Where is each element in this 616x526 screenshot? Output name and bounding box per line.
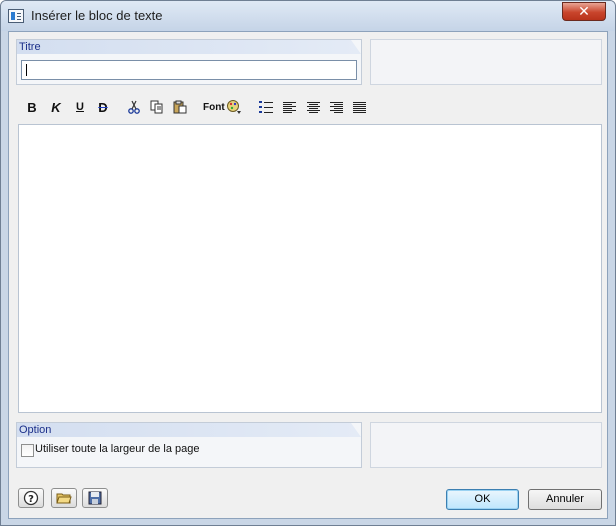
paste-button[interactable] bbox=[172, 97, 188, 117]
title-bar[interactable]: Insérer le bloc de texte ✕ bbox=[1, 1, 615, 31]
option-side-panel bbox=[370, 422, 602, 468]
cut-button[interactable] bbox=[126, 97, 142, 117]
align-right-icon bbox=[329, 101, 343, 113]
option-group-label: Option bbox=[17, 423, 361, 437]
cancel-button[interactable]: Annuler bbox=[528, 489, 602, 510]
align-left-button[interactable] bbox=[281, 97, 297, 117]
full-width-label[interactable]: Utiliser toute la largeur de la page bbox=[35, 443, 199, 455]
app-icon bbox=[8, 9, 24, 23]
text-caret bbox=[26, 64, 27, 76]
format-toolbar: B K U D Font bbox=[18, 97, 368, 117]
justify-button[interactable] bbox=[351, 97, 367, 117]
title-side-panel bbox=[370, 39, 602, 85]
align-center-button[interactable] bbox=[305, 97, 321, 117]
bold-button[interactable]: B bbox=[24, 97, 40, 117]
ok-button[interactable]: OK bbox=[446, 489, 519, 510]
title-input[interactable] bbox=[21, 60, 357, 80]
folder-open-icon bbox=[56, 493, 72, 504]
title-group: Titre bbox=[16, 39, 362, 85]
text-editor[interactable] bbox=[18, 124, 602, 413]
italic-button[interactable]: K bbox=[48, 97, 64, 117]
full-width-checkbox[interactable] bbox=[21, 444, 34, 457]
underline-button[interactable]: U bbox=[72, 97, 88, 117]
align-center-icon bbox=[306, 101, 320, 113]
copy-icon bbox=[150, 100, 163, 114]
color-button[interactable] bbox=[226, 97, 242, 117]
option-group: Option Utiliser toute la largeur de la p… bbox=[16, 422, 362, 468]
help-button[interactable]: ? bbox=[18, 488, 44, 508]
strikethrough-button[interactable]: D bbox=[95, 97, 111, 117]
close-button[interactable]: ✕ bbox=[562, 2, 606, 21]
dialog-window: Insérer le bloc de texte ✕ Titre B K U D bbox=[0, 0, 616, 526]
paste-icon bbox=[173, 100, 187, 114]
svg-text:?: ? bbox=[28, 494, 34, 505]
font-button[interactable]: Font bbox=[203, 97, 225, 117]
justify-icon bbox=[352, 101, 366, 113]
save-button[interactable] bbox=[82, 488, 108, 508]
align-right-button[interactable] bbox=[328, 97, 344, 117]
title-group-label: Titre bbox=[17, 40, 361, 54]
dialog-body: Titre B K U D Font Option Utiliser toute… bbox=[8, 31, 608, 519]
bullet-list-button[interactable] bbox=[258, 97, 274, 117]
open-button[interactable] bbox=[51, 488, 77, 508]
window-title: Insérer le bloc de texte bbox=[31, 8, 163, 23]
bullet-list-icon bbox=[259, 101, 273, 113]
color-icon bbox=[227, 100, 241, 114]
save-icon bbox=[88, 491, 102, 505]
copy-button[interactable] bbox=[149, 97, 165, 117]
align-left-icon bbox=[282, 101, 296, 113]
cut-icon bbox=[128, 100, 140, 114]
help-icon: ? bbox=[23, 490, 39, 506]
